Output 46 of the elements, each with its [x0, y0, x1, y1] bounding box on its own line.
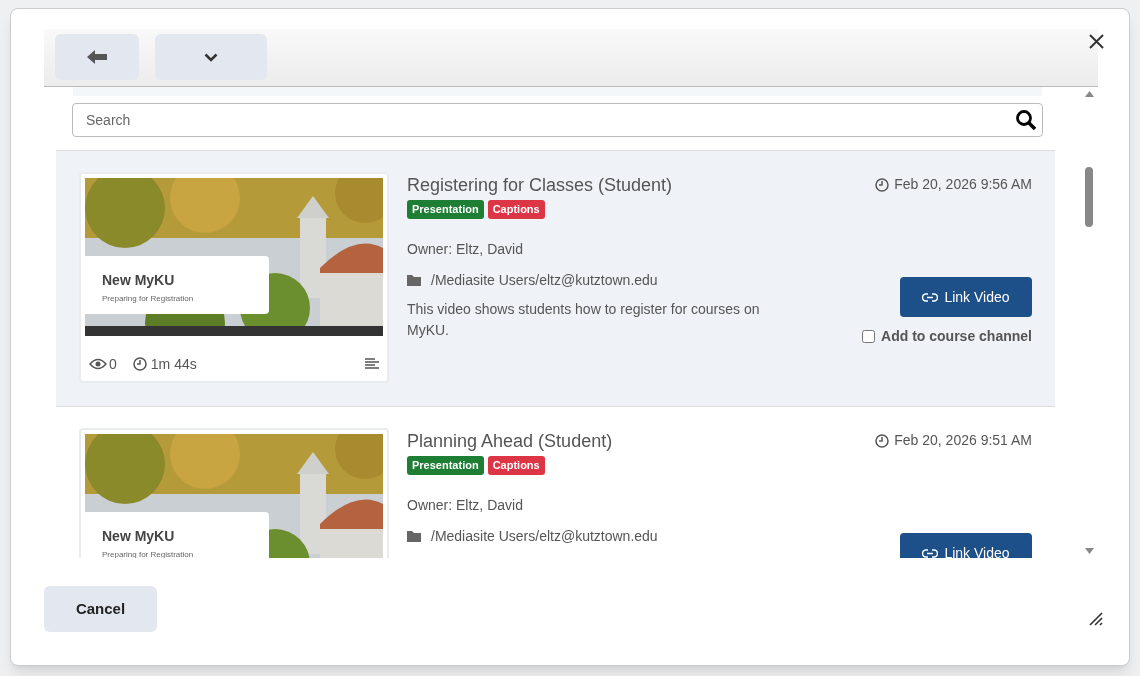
search-field[interactable]: Search	[72, 103, 1043, 137]
tag: Presentation	[407, 200, 484, 219]
link-icon	[922, 292, 939, 302]
owner-text: Owner: Eltz, David	[407, 495, 524, 515]
owner-text: Owner: Eltz, David	[407, 239, 524, 259]
eye-icon	[89, 358, 107, 370]
folder-icon	[407, 530, 421, 542]
clock-icon	[875, 433, 890, 448]
cancel-button[interactable]: Cancel	[44, 586, 157, 632]
link-video-button[interactable]: Link Video	[900, 533, 1032, 558]
thumbnail-card[interactable]: New MyKU Preparing for Registration	[79, 428, 389, 558]
clock-icon	[875, 177, 890, 192]
video-title[interactable]: Planning Ahead (Student)	[407, 430, 812, 452]
thumbnail-title: New MyKU	[102, 271, 176, 289]
checkbox[interactable]	[862, 330, 876, 343]
scrollbar-thumb[interactable]	[1085, 167, 1093, 227]
video-description: This video shows students how to register for courses on MyKU.	[407, 299, 761, 340]
thumbnail-title: New MyKU	[102, 527, 176, 545]
video-title[interactable]: Registering for Classes (Student)	[407, 174, 812, 196]
thumbnail-subtitle: Preparing for Registration	[102, 293, 195, 305]
scroll-up-icon[interactable]	[1085, 91, 1094, 97]
folder-icon	[407, 274, 421, 286]
back-arrow-icon	[87, 50, 107, 64]
back-button[interactable]	[55, 34, 139, 80]
video-date: Feb 20, 2026 9:51 AM	[894, 431, 1032, 450]
thumbnail-subtitle: Preparing for Registration	[102, 549, 195, 558]
link-icon	[922, 548, 939, 558]
checkbox-label: Add to course channel	[881, 327, 1032, 346]
thumbnail-card[interactable]: New MyKU Preparing for Registration 0 1m 44s	[79, 172, 389, 383]
scroll-down-icon[interactable]	[1085, 548, 1094, 554]
search-icon[interactable]	[1015, 109, 1037, 131]
link-video-button[interactable]: Link Video	[900, 277, 1032, 317]
tag: Presentation	[407, 456, 484, 475]
duration: 1m 44s	[150, 354, 197, 374]
view-count: 0	[109, 354, 117, 374]
lines-icon[interactable]	[365, 358, 379, 370]
chevron-down-icon	[204, 52, 218, 62]
resize-handle-icon[interactable]	[1089, 612, 1103, 626]
folder-path: /Mediasite Users/eltz@kutztown.edu	[431, 270, 658, 290]
tag: Captions	[487, 200, 545, 219]
close-icon	[1088, 33, 1104, 49]
folder-path: /Mediasite Users/eltz@kutztown.edu	[431, 526, 658, 546]
tag: Captions	[487, 456, 545, 475]
close-button[interactable]	[1088, 33, 1104, 49]
video-date: Feb 20, 2026 9:56 AM	[894, 175, 1032, 194]
clock-icon	[132, 357, 147, 371]
